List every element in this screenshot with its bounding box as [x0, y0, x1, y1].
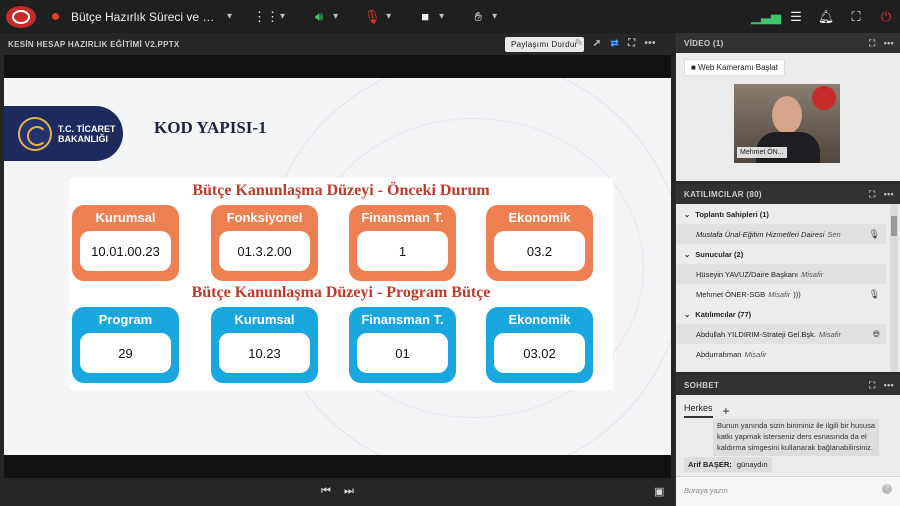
chat-message: Bunun yanında sizin biriminiz ile ilgili…	[713, 419, 879, 456]
list-item[interactable]: Mehmet ÖNER-SGB Misafir ))) 🎙︎	[676, 284, 886, 304]
code-card: Kurumsal 10.01.00.23	[72, 205, 179, 281]
chevron-down-icon[interactable]: ▾	[227, 11, 232, 22]
presentation-filename: KESİN HESAP HAZIRLIK EĞİTİMİ V2.PPTX	[8, 39, 180, 49]
participants-scrollbar[interactable]	[890, 204, 898, 372]
microphone-button[interactable]: 🎙︎ ▾	[363, 8, 392, 24]
sync-icon[interactable]: ⇄	[610, 38, 619, 49]
chat-tabs: Herkes +	[684, 403, 730, 418]
microphone-muted-icon: 🎙︎	[363, 8, 381, 24]
slide-title: KOD YAPISI-1	[154, 118, 267, 137]
app-logo-icon	[6, 5, 36, 28]
more-options-icon[interactable]: •••	[644, 38, 655, 49]
layout-button[interactable]: ⋮⋮ ▾	[253, 8, 286, 24]
fullscreen-icon[interactable]: ⛶	[869, 38, 876, 49]
participants-list: ⌄ Toplantı Sahipleri (1) Mustafa Ünal-Eğ…	[676, 204, 900, 372]
chevron-down-icon: ▾	[439, 11, 445, 22]
code-card: Program 29	[72, 307, 179, 383]
globe-icon: 🌐︎	[872, 328, 880, 339]
start-webcam-button[interactable]: ■ Web Kameramı Başlat	[684, 59, 785, 76]
list-item[interactable]: Hüseyin YAVUZ/Daire Başkanı Misafir	[676, 264, 886, 284]
code-structure-panel: Bütçe Kanunlaşma Düzeyi - Önceki Durum K…	[69, 178, 613, 390]
side-panel: VİDEO (1) ⛶ ••• ■ Web Kameramı Başlat Meh…	[676, 33, 900, 506]
more-options-icon[interactable]: •••	[884, 380, 894, 391]
add-chat-tab-icon[interactable]: +	[723, 404, 730, 418]
grid-icon: ⋮⋮	[253, 8, 280, 24]
group-presenters[interactable]: ⌄ Sunucular (2)	[676, 244, 886, 264]
fullscreen-icon[interactable]: ⛶	[848, 9, 864, 24]
chevron-down-icon: ▾	[492, 11, 498, 22]
fullscreen-icon[interactable]: ⛶	[869, 189, 876, 200]
speaker-icon: 🔊︎	[314, 8, 324, 24]
chevron-down-icon: ⌄	[684, 209, 691, 219]
code-card: Finansman T. 01	[349, 307, 456, 383]
slide-letterbox-bottom	[4, 455, 671, 478]
list-item[interactable]: Abdurrahman Misafir	[676, 344, 886, 364]
pointer-icon[interactable]: ➚	[593, 38, 602, 49]
video-participant-name: Mehmet ÖN...	[737, 147, 787, 158]
presentation-tools: ✎ ➚ ⇄ ⛶ •••	[575, 38, 656, 49]
meeting-title[interactable]: Bütçe Hazırlık Süreci ve Kesin Hesap	[71, 10, 221, 24]
speaker-button[interactable]: 🔊︎ ▾	[311, 8, 339, 24]
menu-icon[interactable]: ☰	[788, 9, 804, 24]
previous-slide-icon[interactable]: ⏮	[321, 485, 331, 498]
section-title-previous: Bütçe Kanunlaşma Düzeyi - Önceki Durum	[192, 182, 490, 199]
group-attendees[interactable]: ⌄ Katılımcılar (77)	[676, 304, 886, 324]
chevron-down-icon: ⌄	[684, 249, 691, 259]
ministry-logo: T.C. TİCARET BAKANLIĞI	[4, 106, 123, 161]
code-card: Kurumsal 10.23	[211, 307, 318, 383]
video-area: ■ Web Kameramı Başlat Mehmet ÖN...	[676, 53, 900, 181]
camera-icon: ■	[691, 63, 696, 72]
top-bar: Bütçe Hazırlık Süreci ve Kesin Hesap ▾ ⋮…	[0, 0, 900, 33]
code-card: Fonksiyonel 01.3.2.00	[211, 205, 318, 281]
list-item[interactable]: Abdullah YILDIRIM-Strateji Gel.Bşk. Misa…	[676, 324, 886, 344]
list-item[interactable]: Mustafa Ünal-Eğitim Hizmetleri Dairesi S…	[676, 224, 886, 244]
microphone-icon[interactable]: 🎙︎	[869, 289, 880, 300]
code-card: Ekonomik 03.02	[486, 307, 593, 383]
top-right-actions: ▁▃▅ ☰ 🔔︎ ⛶ ⏻	[751, 0, 894, 33]
camera-icon: ■	[421, 9, 430, 24]
presentation-header: KESİN HESAP HAZIRLIK EĞİTİMİ V2.PPTX Pay…	[0, 33, 675, 55]
recording-indicator-icon	[52, 13, 59, 20]
chat-panel: Herkes + Bunun yanında sizin biriminiz i…	[676, 395, 900, 506]
chevron-down-icon: ▾	[333, 11, 339, 22]
emblem-icon	[812, 86, 836, 110]
ministry-emblem-icon	[18, 116, 52, 151]
video-header: VİDEO (1) ⛶ •••	[676, 33, 900, 53]
fullscreen-icon[interactable]: ⛶	[628, 38, 635, 49]
slide-navigation: ⏮ ⏭ ▣	[0, 478, 675, 506]
chevron-down-icon: ⌄	[684, 309, 691, 319]
participants-header: KATILIMCILAR (80) ⛶ •••	[676, 184, 900, 204]
slide-letterbox-top	[4, 55, 671, 78]
raise-hand-button[interactable]: ✋︎ ▾	[470, 8, 498, 24]
group-hosts[interactable]: ⌄ Toplantı Sahipleri (1)	[676, 204, 886, 224]
section-title-program-budget: Bütçe Kanunlaşma Düzeyi - Program Bütçe	[191, 284, 491, 301]
slide-canvas: T.C. TİCARET BAKANLIĞI KOD YAPISI-1 Bütç…	[4, 78, 671, 455]
chat-message: Arif BAŞER: günaydın	[684, 457, 772, 472]
fullscreen-icon[interactable]: ⛶	[869, 380, 876, 391]
sidebar-toggle-icon[interactable]: ▣	[654, 485, 664, 498]
ministry-name: T.C. TİCARET BAKANLIĞI	[58, 123, 116, 144]
power-icon[interactable]: ⏻	[878, 9, 894, 24]
microphone-icon[interactable]: 🎙︎	[869, 229, 880, 240]
participant-video-tile[interactable]: Mehmet ÖN...	[734, 84, 840, 163]
code-card: Finansman T. 1	[349, 205, 456, 281]
help-icon[interactable]: ?	[882, 484, 892, 494]
more-options-icon[interactable]: •••	[884, 189, 894, 200]
code-card: Ekonomik 03.2	[486, 205, 593, 281]
speaking-icon: )))	[793, 289, 801, 299]
chat-header: SOHBET ⛶ •••	[676, 375, 900, 395]
camera-button[interactable]: ■ ▾	[417, 9, 445, 24]
more-options-icon[interactable]: •••	[884, 38, 894, 49]
notification-bell-icon[interactable]: 🔔︎	[818, 9, 835, 24]
pencil-icon[interactable]: ✎	[575, 38, 584, 49]
next-slide-icon[interactable]: ⏭	[344, 485, 354, 498]
chat-input[interactable]: Buraya yazın ?	[676, 476, 900, 506]
chevron-down-icon: ▾	[280, 11, 286, 22]
hand-icon: ✋︎	[474, 8, 482, 24]
tab-everyone[interactable]: Herkes	[684, 403, 713, 418]
stop-sharing-button[interactable]: Paylaşımı Durdur	[505, 37, 584, 52]
connection-strength-icon[interactable]: ▁▃▅	[751, 9, 781, 24]
chevron-down-icon: ▾	[386, 11, 392, 22]
